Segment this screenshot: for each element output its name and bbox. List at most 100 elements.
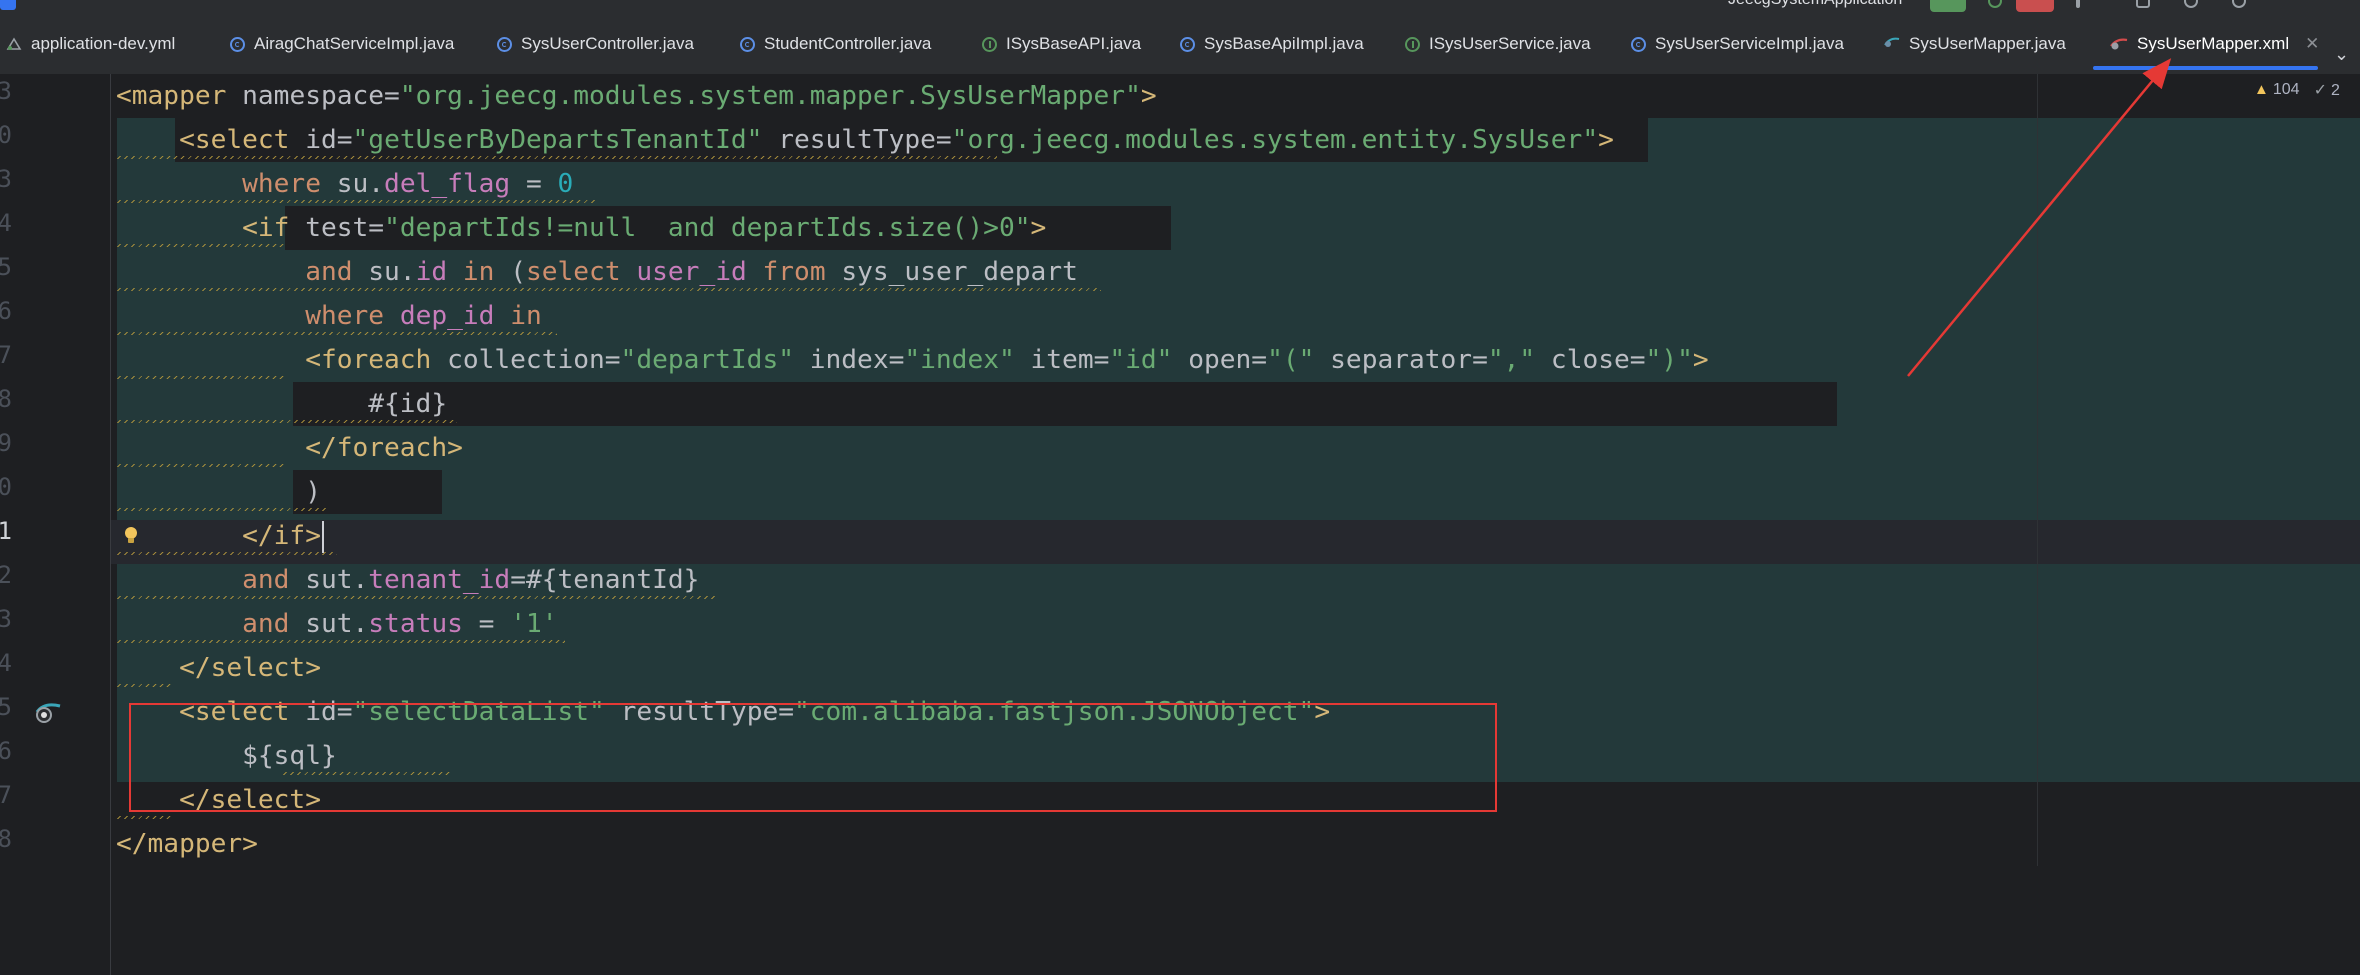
intention-bulb-icon[interactable] (124, 527, 138, 545)
xml-tag: > (1140, 81, 1157, 111)
run-config-label[interactable]: JeecgSystemApplication (1728, 0, 1902, 9)
sql-keyword: in (494, 301, 542, 331)
right-margin-guide (2037, 74, 2038, 975)
xml-attr: namespace (226, 81, 385, 111)
settings-gear-icon[interactable] (2232, 0, 2246, 8)
code-token: = (935, 125, 952, 155)
java-class-icon (740, 36, 755, 52)
tab-sys-user-mapper-xml[interactable]: SysUserMapper.xml ✕ (2110, 14, 2319, 74)
line-number: 5 (0, 253, 12, 281)
line-number: 6 (0, 297, 12, 325)
sql-keyword: and (116, 257, 353, 287)
warning-squiggle (117, 420, 457, 423)
line-number: 0 (0, 121, 12, 149)
code-line: </mapper> (116, 822, 258, 866)
xml-attr: resultType (762, 125, 936, 155)
run-button[interactable] (1930, 0, 1966, 12)
warning-count-label: 104 (2272, 81, 2300, 98)
line-number: 4 (0, 209, 12, 237)
xml-string: "org.jeecg.modules.system.entity.SysUser… (951, 125, 1599, 155)
line-number: 3 (0, 77, 12, 105)
xml-tag: <select (116, 125, 290, 155)
sql-keyword: and (116, 609, 290, 639)
warning-count[interactable]: ▲ 104 (2254, 81, 2300, 99)
code-token: sut. (289, 609, 369, 639)
code-token: su. (320, 169, 385, 199)
xml-attr: test (289, 213, 369, 243)
project-logo-icon (0, 0, 16, 10)
line-number: 5 (0, 693, 12, 721)
warning-squiggle (117, 156, 997, 159)
xml-attr: open (1172, 345, 1252, 375)
tab-label: SysUserController.java (521, 34, 694, 53)
line-number: 7 (0, 781, 12, 809)
xml-tag: > (1030, 213, 1047, 243)
xml-attr: separator (1314, 345, 1473, 375)
warning-squiggle (117, 332, 557, 335)
weak-warning-count-label: 2 (2330, 82, 2340, 99)
xml-string: "(" (1267, 345, 1315, 375)
tab-isys-base-api[interactable]: ISysBaseAPI.java (982, 14, 1141, 74)
xml-string: "departIds!=null and departIds.size()>0" (384, 213, 1031, 243)
sql-number: 0 (557, 169, 574, 199)
tab-sys-user-controller[interactable]: SysUserController.java (497, 14, 694, 74)
code-token: = (368, 213, 385, 243)
sql-keyword: in (447, 257, 495, 287)
sql-string: '1' (510, 609, 558, 639)
code-token: ) (116, 477, 321, 507)
line-number: 4 (0, 649, 12, 677)
inspection-widget[interactable]: ▲ 104 ✓ 2 (2254, 80, 2340, 100)
code-token: = (888, 345, 905, 375)
line-number-current: 1 (0, 517, 12, 545)
text-caret (321, 520, 324, 553)
code-token: = (1251, 345, 1268, 375)
code-token: sys_user_depart (825, 257, 1078, 287)
warning-icon: ▲ (2254, 81, 2269, 98)
code-token: ( (494, 257, 526, 287)
xml-tag: > (1692, 345, 1709, 375)
debug-icon[interactable] (1988, 0, 2002, 8)
mybatis-xml-icon (2110, 37, 2128, 51)
code-token: = (336, 125, 353, 155)
code-token: sut. (289, 565, 369, 595)
line-number: 9 (0, 429, 12, 457)
tab-sys-user-mapper-java[interactable]: SysUserMapper.java (1884, 14, 2066, 74)
tab-student-controller[interactable]: StudentController.java (740, 14, 931, 74)
title-bar: JeecgSystemApplication (0, 0, 2360, 14)
close-tab-icon[interactable]: ✕ (2305, 34, 2319, 54)
tab-isys-user-service[interactable]: ISysUserService.java (1405, 14, 1591, 74)
weak-warning-count[interactable]: ✓ 2 (2314, 80, 2340, 100)
code-token: = (462, 609, 511, 639)
check-icon: ✓ (2313, 82, 2327, 99)
problems-badge[interactable] (2016, 0, 2054, 12)
code-token: = (1629, 345, 1646, 375)
sql-column: del_flag (384, 169, 511, 199)
add-icon[interactable] (2136, 0, 2150, 8)
xml-attr: collection (431, 345, 605, 375)
xml-string: "departIds" (620, 345, 794, 375)
warning-squiggle (117, 244, 287, 247)
sql-column: user_id (636, 257, 747, 287)
xml-tag: </mapper> (116, 829, 258, 859)
line-number: 3 (0, 605, 12, 633)
xml-attr: id (289, 125, 337, 155)
more-actions-icon[interactable] (2076, 0, 2080, 8)
search-icon[interactable] (2184, 0, 2198, 8)
mybatis-bird-icon[interactable] (34, 700, 64, 726)
line-number-gutter[interactable]: 3 0 3 4 5 6 7 8 9 0 1 2 3 4 5 6 7 8 (0, 74, 111, 975)
warning-squiggle (117, 640, 565, 643)
chevron-down-icon[interactable]: ⌄ (2334, 44, 2349, 65)
tab-label: ISysUserService.java (1429, 34, 1591, 53)
sql-keyword: from (746, 257, 826, 287)
tag-chip (293, 382, 1837, 426)
sql-keyword: where (116, 169, 321, 199)
tab-sys-user-service-impl[interactable]: SysUserServiceImpl.java (1631, 14, 1844, 74)
code-editor[interactable]: <mapper namespace="org.jeecg.modules.sys… (111, 74, 2360, 975)
line-number: 8 (0, 385, 12, 413)
active-tab-indicator (2093, 66, 2318, 70)
sql-keyword: where (116, 301, 385, 331)
xml-attr: close (1535, 345, 1630, 375)
tab-sys-base-api-impl[interactable]: SysBaseApiImpl.java (1180, 14, 1364, 74)
tab-application-dev-yml[interactable]: application-dev.yml (6, 14, 175, 74)
tab-airag-chat-service-impl[interactable]: AiragChatServiceImpl.java (230, 14, 454, 74)
